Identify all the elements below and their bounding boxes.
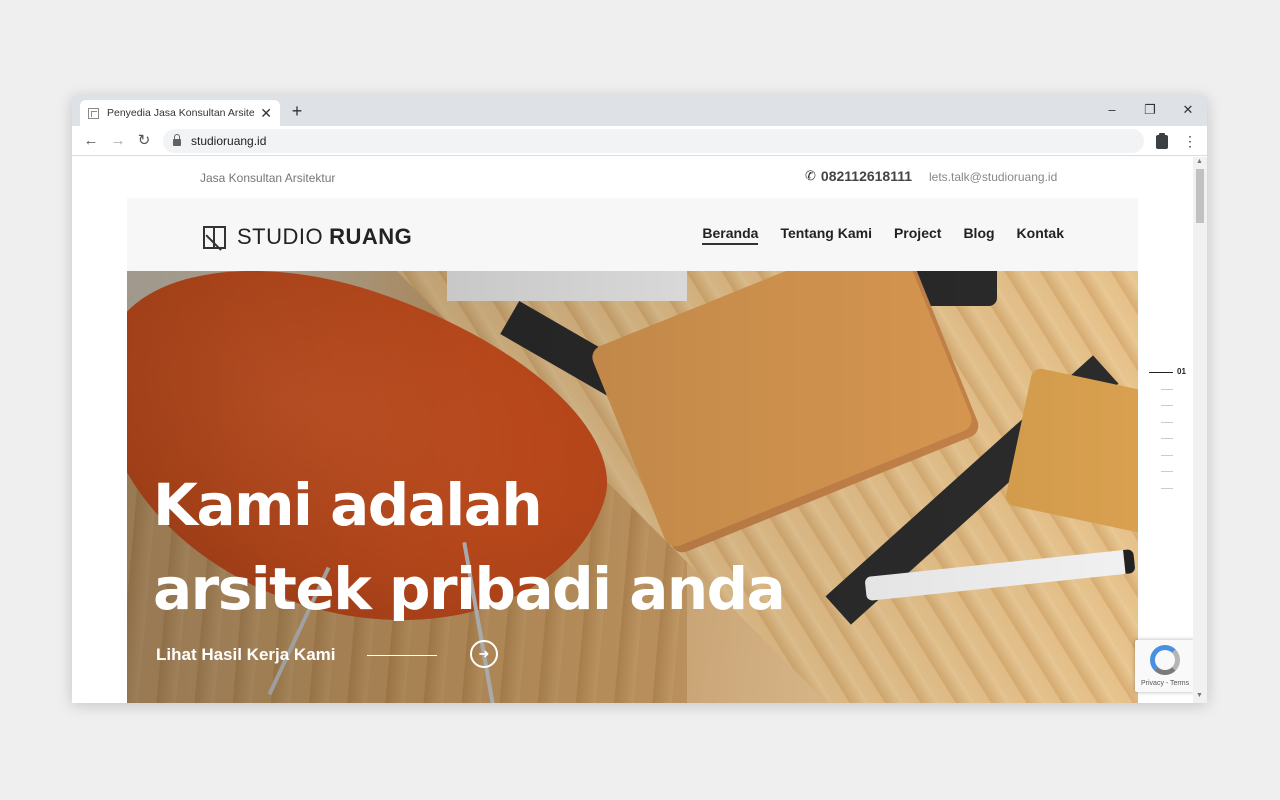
page-viewport: Jasa Konsultan Arsitektur ✆ 082112618111… [72,157,1193,703]
hero-heading-line-2: arsitek pribadi anda [153,555,786,623]
back-button[interactable]: ← [80,130,102,152]
pager-dot[interactable] [1161,438,1173,439]
recaptcha-badge[interactable]: Privacy - Terms [1135,640,1193,692]
email-link[interactable]: lets.talk@studioruang.id [929,170,1057,184]
close-window-button[interactable]: ✕ [1173,100,1203,120]
favicon-icon [88,107,99,119]
recaptcha-icon [1150,645,1180,675]
site-header: STUDIO RUANG Beranda Tentang Kami Projec… [127,198,1138,271]
address-bar[interactable]: studioruang.id [163,129,1144,153]
pager-dot[interactable] [1161,389,1173,390]
pager-dot[interactable] [1161,405,1173,406]
extension-clipboard-icon[interactable] [1155,133,1169,149]
nav-item-project[interactable]: Project [894,225,941,245]
pager-dot[interactable] [1161,488,1173,489]
scroll-down-icon[interactable]: ▼ [1196,692,1203,699]
lock-icon [173,134,181,146]
nav-item-kontak[interactable]: Kontak [1017,225,1064,245]
hero-banner: Kami adalah arsitek pribadi anda Lihat H… [127,271,1138,703]
scroll-thumb[interactable] [1196,169,1204,223]
logo-text-light: STUDIO [237,224,324,249]
main-nav: Beranda Tentang Kami Project Blog Kontak [680,225,1064,245]
nav-item-blog[interactable]: Blog [963,225,994,245]
recaptcha-links[interactable]: Privacy - Terms [1141,680,1189,687]
tagline: Jasa Konsultan Arsitektur [200,171,336,185]
pager-dot[interactable] [1161,471,1173,472]
site-logo[interactable]: STUDIO RUANG [203,224,412,250]
forward-button[interactable]: → [107,130,129,152]
pager-active-line [1149,372,1173,373]
logo-mark-icon [203,225,226,249]
url-text: studioruang.id [191,134,267,148]
phone-number: 082112618111 [820,168,913,184]
reload-button[interactable]: ↻ [133,130,155,152]
scroll-up-icon[interactable]: ▲ [1196,158,1203,165]
pager-dot[interactable] [1161,422,1173,423]
tab-title: Penyedia Jasa Konsultan Arsitektur [107,107,255,119]
hero-heading: Kami adalah arsitek pribadi anda [153,463,786,631]
new-tab-button[interactable]: + [286,100,308,122]
browser-menu-icon[interactable]: ⋮ [1182,132,1198,150]
logo-text-bold: RUANG [329,224,413,249]
close-tab-icon[interactable]: ✕ [260,106,272,120]
tab-strip: Penyedia Jasa Konsultan Arsitektur ✕ + –… [72,96,1207,126]
hero-heading-line-1: Kami adalah [153,471,543,539]
hero-cta-link[interactable]: Lihat Hasil Kerja Kami [156,645,336,665]
minimize-button[interactable]: – [1097,100,1127,120]
pager-current[interactable]: 01 [1177,367,1186,376]
nav-item-beranda[interactable]: Beranda [702,225,759,245]
page-scrollbar[interactable]: ▲ ▼ [1193,157,1207,703]
cta-divider [367,655,437,656]
browser-window: Penyedia Jasa Konsultan Arsitektur ✕ + –… [72,96,1207,703]
browser-tab[interactable]: Penyedia Jasa Konsultan Arsitektur ✕ [80,100,280,126]
nav-item-tentang-kami[interactable]: Tentang Kami [780,225,872,245]
arrow-right-icon[interactable]: ➜ [470,640,498,668]
browser-toolbar: ← → ↻ studioruang.id ⋮ [72,126,1207,156]
pager-dot[interactable] [1161,455,1173,456]
phone-icon: ✆ [805,168,816,183]
phone-contact[interactable]: ✆ 082112618111 [805,168,912,184]
restore-button[interactable]: ❐ [1135,100,1165,120]
